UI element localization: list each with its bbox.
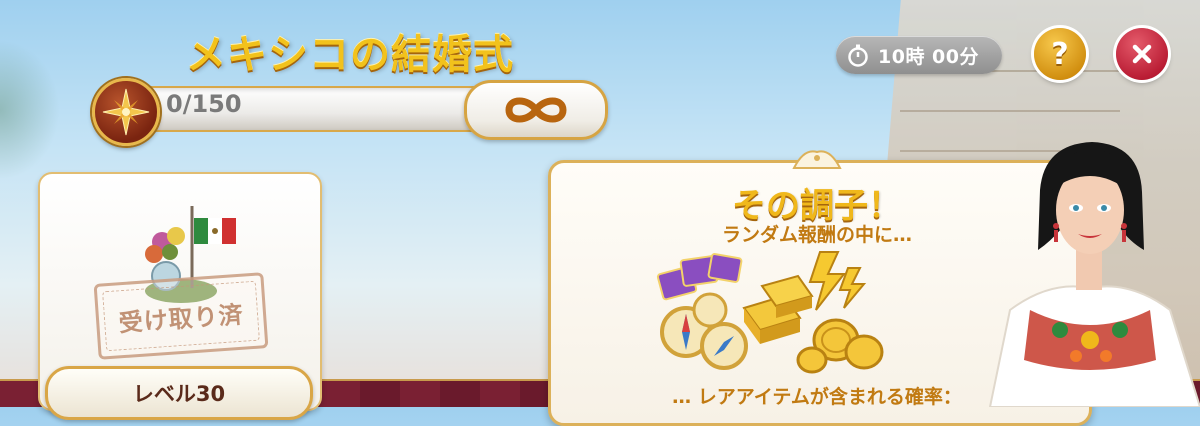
received-stamp: 受け取り済 (93, 272, 269, 360)
gold-bars-icon (742, 274, 814, 344)
stopwatch-icon (846, 43, 870, 67)
background-foliage (0, 40, 60, 180)
lightning-icon (808, 251, 867, 311)
progress-text: 0/150 (166, 90, 242, 118)
panel-crest-ornament (792, 150, 842, 169)
close-button[interactable] (1116, 28, 1168, 80)
infinity-button[interactable] (464, 80, 608, 140)
event-timer: 10時 00分 (836, 36, 1002, 74)
compass-icon (92, 78, 160, 146)
close-icon (1132, 44, 1152, 64)
stamp-border (102, 280, 260, 352)
coins-icon (796, 318, 884, 374)
compass-items-icon (660, 292, 748, 370)
tickets-icon (656, 253, 743, 301)
infinity-icon (505, 97, 567, 123)
event-title: メキシコの結婚式 (186, 32, 514, 78)
reward-items-illustration (656, 251, 884, 374)
event-progress-bar: 0/150 (92, 78, 608, 146)
character-portrait (988, 142, 1200, 407)
level-text: レベル30 (132, 382, 226, 406)
question-icon: ? (1051, 36, 1069, 72)
timer-text: 10時 00分 (878, 45, 979, 68)
level-label: レベル30 (45, 366, 313, 420)
help-button[interactable]: ? (1034, 28, 1086, 80)
